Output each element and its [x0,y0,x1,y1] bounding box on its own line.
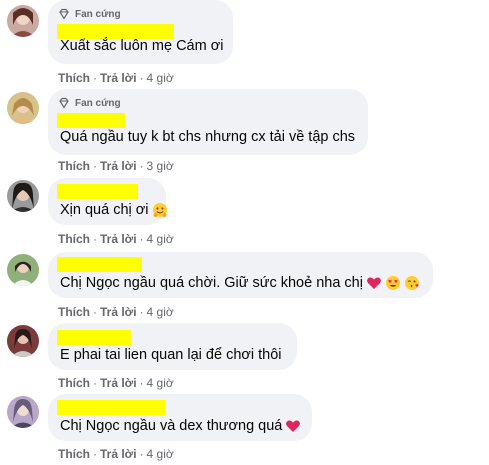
timestamp[interactable]: 4 giờ [147,447,174,461]
comment-text: E phai tai lien quan lại để chơi thôi [60,347,282,363]
like-button[interactable]: Thích [58,447,90,461]
redacted-name [57,113,125,128]
reply-button[interactable]: Trả lời [100,447,137,461]
top-fan-badge: Fan cứng [58,7,121,21]
reply-button[interactable]: Trả lời [100,232,137,246]
avatar[interactable] [7,396,39,428]
reply-button[interactable]: Trả lời [100,71,137,85]
comment-bubble: Fan cứng Quá ngầu tuy k bt chs nhưng cx … [48,89,368,155]
comment-actions: Thích · Trả lời · 3 giờ [58,159,174,173]
badge-label: Fan cứng [75,97,121,109]
like-button[interactable]: Thích [58,305,90,319]
reply-button[interactable]: Trả lời [100,159,137,173]
reply-button[interactable]: Trả lời [100,376,137,390]
redacted-name [57,257,142,272]
comment-actions: Thích · Trả lời · 4 giờ [58,447,174,461]
redacted-name [57,184,138,199]
avatar[interactable] [7,92,39,124]
comment-actions: Thích · Trả lời · 4 giờ [58,376,174,390]
hugging-face-emoji [152,202,168,218]
like-button[interactable]: Thích [58,159,90,173]
timestamp[interactable]: 4 giờ [147,71,174,85]
top-fan-badge: Fan cứng [58,96,121,110]
comment-bubble: Chị Ngọc ngầu quá chời. Giữ sức khoẻ nha… [48,252,433,298]
heart-eyes-emoji [385,275,401,291]
redacted-name [57,330,131,345]
reply-button[interactable]: Trả lời [100,305,137,319]
red-heart-emoji [366,275,382,291]
avatar[interactable] [7,254,39,286]
avatar[interactable] [7,325,39,357]
redacted-name [57,24,174,39]
red-heart-emoji [285,418,301,434]
comment-text: Chị Ngọc ngầu quá chời. Giữ sức khoẻ nha… [60,275,420,291]
badge-label: Fan cứng [75,8,121,20]
timestamp[interactable]: 4 giờ [147,376,174,390]
diamond-icon [59,97,69,109]
redacted-name [57,400,165,415]
blowing-kiss-emoji [404,275,420,291]
comment-bubble: Xịn quá chị ơi [48,178,168,225]
like-button[interactable]: Thích [58,376,90,390]
comment-text: Xuất sắc luôn mẹ Cám ơi [60,38,224,54]
comment-text: Quá ngầu tuy k bt chs nhưng cx tải về tậ… [60,129,356,145]
comment-bubble: Chị Ngọc ngầu và dex thương quá [48,394,312,441]
like-button[interactable]: Thích [58,71,90,85]
comment-bubble: E phai tai lien quan lại để chơi thôi [48,323,297,370]
comment-actions: Thích · Trả lời · 4 giờ [58,305,174,319]
comment-actions: Thích · Trả lời · 4 giờ [58,71,174,85]
comment-bubble: Fan cứng Xuất sắc luôn mẹ Cám ơi [48,0,233,64]
like-button[interactable]: Thích [58,232,90,246]
diamond-icon [59,8,69,20]
timestamp[interactable]: 4 giờ [147,232,174,246]
comment-actions: Thích · Trả lời · 4 giờ [58,232,174,246]
comment-text: Xịn quá chị ơi [60,202,168,218]
avatar[interactable] [7,5,39,37]
comment-text: Chị Ngọc ngầu và dex thương quá [60,418,301,434]
timestamp[interactable]: 3 giờ [147,159,174,173]
timestamp[interactable]: 4 giờ [147,305,174,319]
avatar[interactable] [7,180,39,212]
